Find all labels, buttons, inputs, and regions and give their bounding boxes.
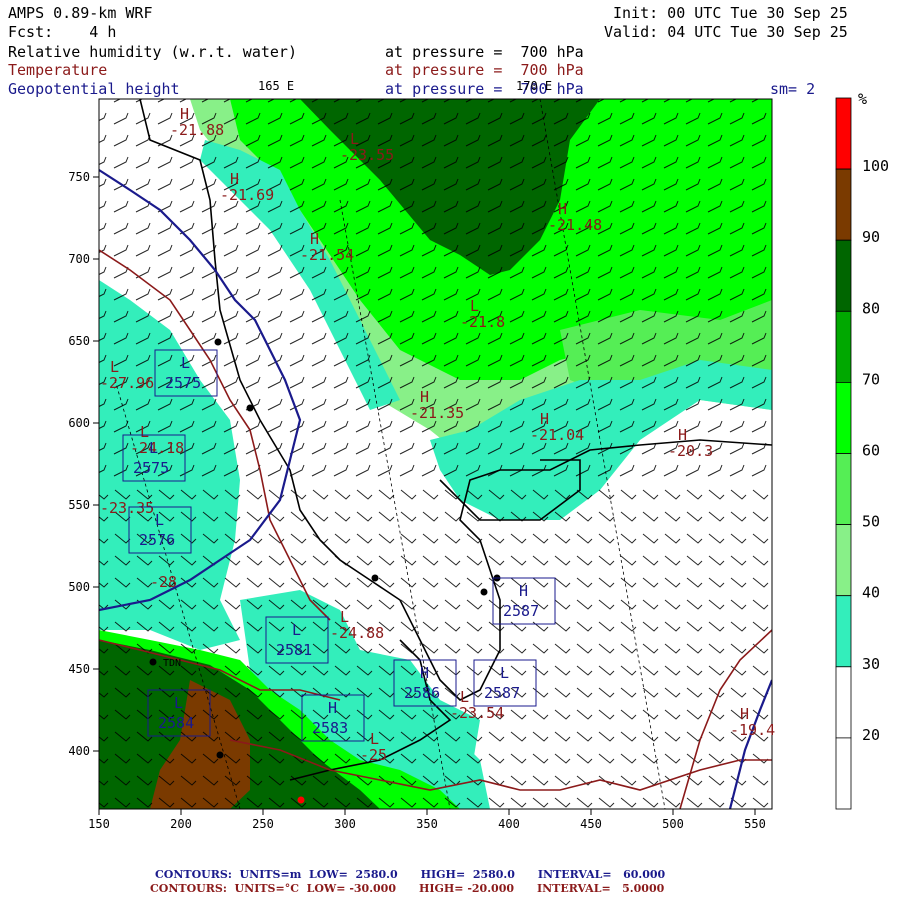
svg-text:-28: -28 (150, 573, 177, 591)
height-contour-info: CONTOURS: UNITS=m LOW= 2580.0 HIGH= 2580… (155, 868, 666, 881)
legend-label: 50 (862, 513, 880, 531)
x-tick-label: 250 (252, 817, 274, 831)
svg-text:-21.88: -21.88 (170, 121, 224, 139)
svg-text:L: L (155, 511, 164, 529)
legend-label: 70 (862, 370, 880, 388)
legend-label: 60 (862, 442, 880, 460)
y-axis-labels: 750 700 650 600 550 500 450 400 (68, 170, 90, 758)
svg-text:2576: 2576 (139, 531, 175, 549)
y-tick-label: 500 (68, 580, 90, 594)
temperature-contour-info: CONTOURS: UNITS=°C LOW= -30.000 HIGH= -2… (150, 882, 665, 895)
svg-text:L: L (292, 621, 301, 639)
svg-text:2583: 2583 (312, 719, 348, 737)
svg-text:L: L (174, 694, 183, 712)
svg-text:H: H (519, 582, 528, 600)
x-axis-labels: 150 200 250 300 350 400 450 500 550 (88, 817, 766, 831)
legend-segment (835, 168, 852, 241)
y-tick-label: 750 (68, 170, 90, 184)
svg-text:2587: 2587 (503, 602, 539, 620)
svg-text:-24.88: -24.88 (330, 624, 384, 642)
y-tick-label: 550 (68, 498, 90, 512)
svg-text:-21.69: -21.69 (220, 186, 274, 204)
legend-segment (835, 595, 852, 668)
legend-segment (835, 239, 852, 312)
legend-label: 80 (862, 299, 880, 317)
svg-text:-23.54: -23.54 (450, 704, 504, 722)
svg-text:-21.48: -21.48 (548, 216, 602, 234)
svg-text:2584: 2584 (158, 714, 194, 732)
svg-text:-21.8: -21.8 (460, 313, 505, 331)
svg-text:-20.3: -20.3 (668, 442, 713, 460)
station-label: TDN (163, 658, 181, 669)
x-axis (98, 809, 756, 815)
legend-segment (835, 381, 852, 454)
y-axis (93, 176, 99, 752)
legend-segment (835, 737, 852, 810)
legend-segment (835, 97, 852, 170)
legend-segment (835, 666, 852, 739)
longitude-label-165: 165 E (258, 79, 294, 93)
svg-text:-25: -25 (360, 746, 387, 764)
svg-text:-21.54: -21.54 (300, 246, 354, 264)
y-tick-label: 700 (68, 252, 90, 266)
temperature-extremum: -28 (150, 573, 177, 591)
y-tick-label: 600 (68, 416, 90, 430)
svg-text:L: L (149, 439, 158, 457)
x-tick-label: 500 (662, 817, 684, 831)
legend-label: 100 (862, 157, 889, 175)
svg-text:-21.35: -21.35 (410, 404, 464, 422)
svg-text:-23.35: -23.35 (100, 499, 154, 517)
legend-label: 90 (862, 228, 880, 246)
y-tick-label: 650 (68, 334, 90, 348)
svg-text:H: H (328, 699, 337, 717)
svg-text:2581: 2581 (276, 641, 312, 659)
svg-text:2586: 2586 (404, 684, 440, 702)
rh-color-legend: 100 90 80 70 60 50 40 30 20 (835, 97, 889, 810)
x-tick-label: 400 (498, 817, 520, 831)
longitude-label-170: 170 E (516, 79, 552, 93)
svg-text:2575: 2575 (165, 374, 201, 392)
y-tick-label: 400 (68, 744, 90, 758)
x-tick-label: 150 (88, 817, 110, 831)
legend-segment (835, 524, 852, 597)
legend-label: 20 (862, 726, 880, 744)
svg-text:2575: 2575 (133, 459, 169, 477)
svg-text:H: H (420, 664, 429, 682)
x-tick-label: 300 (334, 817, 356, 831)
legend-segment (835, 453, 852, 525)
svg-text:-23.55: -23.55 (340, 146, 394, 164)
x-tick-label: 550 (744, 817, 766, 831)
svg-text:L: L (181, 354, 190, 372)
svg-text:-27.96: -27.96 (100, 374, 154, 392)
x-tick-label: 450 (580, 817, 602, 831)
legend-unit: % (858, 90, 867, 108)
svg-text:-21.04: -21.04 (530, 426, 584, 444)
svg-text:-19.4: -19.4 (730, 721, 775, 739)
x-tick-label: 200 (170, 817, 192, 831)
temperature-extremum: -23.35 (100, 499, 154, 517)
svg-text:2587: 2587 (484, 684, 520, 702)
legend-segment (835, 310, 852, 383)
legend-label: 30 (862, 655, 880, 673)
x-tick-label: 350 (416, 817, 438, 831)
weather-map: 150 200 250 300 350 400 450 500 550 750 700 650 600… (68, 79, 889, 831)
y-tick-label: 450 (68, 662, 90, 676)
legend-label: 40 (862, 584, 880, 602)
svg-text:L: L (500, 664, 509, 682)
